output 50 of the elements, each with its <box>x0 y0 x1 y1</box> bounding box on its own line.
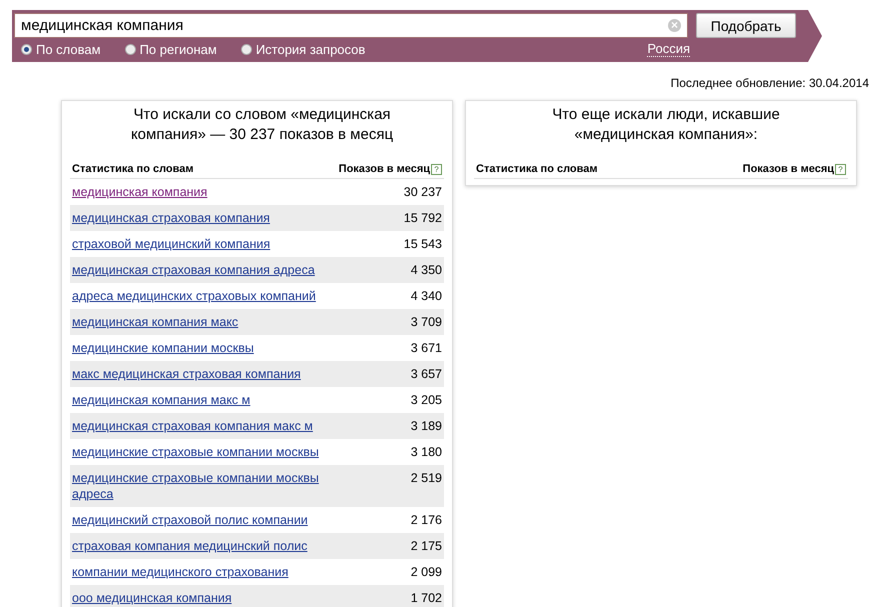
radio-label[interactable]: По словам <box>36 42 101 56</box>
impressions-count: 15 792 <box>404 210 442 226</box>
radio-label[interactable]: История запросов <box>256 42 366 56</box>
radio-label[interactable]: По регионам <box>140 42 217 56</box>
help-icon[interactable]: ? <box>835 164 846 174</box>
last-update-text: Последнее обновление: 30.04.2014 <box>670 76 869 90</box>
impressions-count: 1 702 <box>410 590 442 606</box>
keyword-link[interactable]: медицинские страховые компании москвы адреса <box>72 470 337 502</box>
keyword-link[interactable]: медицинская страховая компания адреса <box>72 262 315 278</box>
impressions-count: 2 519 <box>410 470 442 486</box>
column-header: Показов в месяц <box>742 163 834 175</box>
column-header: Статистика по словам <box>476 163 598 175</box>
keyword-link[interactable]: медицинская компания макс м <box>72 392 250 408</box>
keyword-link[interactable]: медицинская компания <box>72 184 208 200</box>
search-button[interactable]: Подобрать <box>696 13 796 38</box>
impressions-count: 30 237 <box>404 184 442 200</box>
help-icon[interactable]: ? <box>431 164 442 174</box>
impressions-count: 4 340 <box>410 288 442 304</box>
column-header: Показов в месяц <box>338 163 430 175</box>
keyword-link[interactable]: адреса медицинских страховых компаний <box>72 288 316 304</box>
radio-button[interactable] <box>21 44 32 54</box>
keyword-link[interactable]: компании медицинского страхования <box>72 564 288 580</box>
keyword-link[interactable]: медицинские компании москвы <box>72 340 254 356</box>
keyword-link[interactable]: медицинская страховая компания макс м <box>72 418 313 434</box>
impressions-count: 3 709 <box>410 314 442 330</box>
column-header: Статистика по словам <box>72 163 194 175</box>
keyword-link[interactable]: страховая компания медицинский полис <box>72 538 308 554</box>
keyword-link[interactable]: медицинские страховые компании москвы <box>72 444 319 460</box>
keyword-link[interactable]: медицинская компания макс <box>72 314 238 330</box>
impressions-count: 2 176 <box>410 512 442 528</box>
region-link[interactable]: Россия <box>647 42 690 56</box>
radio-button[interactable] <box>124 44 136 54</box>
impressions-count: 3 205 <box>410 392 442 408</box>
search-field[interactable]: медицинская компания × <box>14 13 688 38</box>
impressions-count: 4 350 <box>410 262 442 278</box>
keyword-link[interactable]: страховой медицинский компания <box>72 236 270 252</box>
keyword-link[interactable]: медицинский страховой полис компании <box>72 512 308 528</box>
panel-title: Что искали со словом «медицинская компания» — 30 237 показов в месяц <box>130 105 394 145</box>
impressions-count: 3 671 <box>410 340 442 356</box>
impressions-count: 3 180 <box>410 444 442 460</box>
impressions-count: 3 657 <box>410 366 442 382</box>
keyword-link[interactable]: медицинская страховая компания <box>72 210 270 226</box>
keyword-link[interactable]: макс медицинская страховая компания <box>72 366 301 382</box>
radio-button[interactable] <box>240 44 252 54</box>
keyword-link[interactable]: ооо медицинская компания <box>72 590 232 606</box>
panel-title: Что еще искали люди, искавшие «медицинская компания»: <box>551 105 781 145</box>
impressions-count: 2 099 <box>410 564 442 580</box>
impressions-count: 2 175 <box>410 538 442 554</box>
impressions-count: 15 543 <box>404 236 442 252</box>
impressions-count: 3 189 <box>410 418 442 434</box>
